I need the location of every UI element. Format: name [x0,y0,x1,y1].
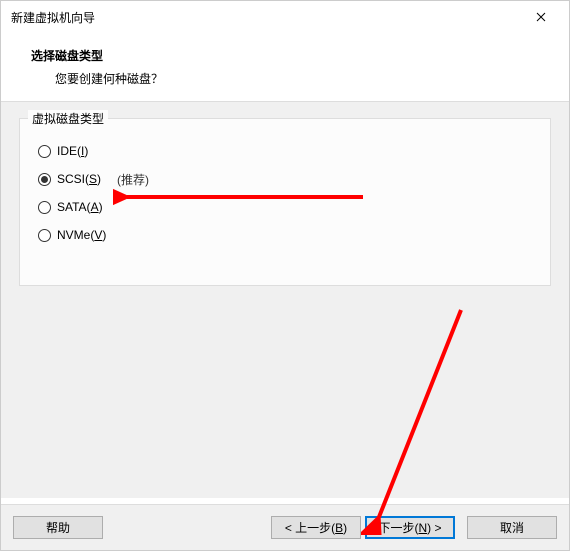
radio-icon [38,173,51,186]
next-button[interactable]: 下一步(N) > [365,516,455,539]
radio-sata[interactable]: SATA(A) [34,193,536,221]
page-title: 选择磁盘类型 [31,47,547,64]
radio-scsi[interactable]: SCSI(S) (推荐) [34,165,536,193]
radio-ide[interactable]: IDE(I) [34,137,536,165]
back-button[interactable]: < 上一步(B) [271,516,361,539]
radio-icon [38,201,51,214]
cancel-button[interactable]: 取消 [467,516,557,539]
wizard-header: 选择磁盘类型 您要创建何种磁盘？ [1,33,569,102]
close-button[interactable] [521,3,561,31]
titlebar: 新建虚拟机向导 [1,1,569,33]
radio-label: SCSI(S) [57,172,101,186]
window-title: 新建虚拟机向导 [11,9,521,26]
help-button[interactable]: 帮助 [13,516,103,539]
radio-label: IDE(I) [57,144,88,158]
radio-label: NVMe(V) [57,228,106,242]
footer: 帮助 < 上一步(B) 下一步(N) > 取消 [1,504,569,550]
close-icon [536,12,546,22]
radio-nvme[interactable]: NVMe(V) [34,221,536,249]
content-area: 虚拟磁盘类型 IDE(I) SCSI(S) (推荐) SATA(A) NVMe(… [1,102,569,498]
recommend-label: (推荐) [117,171,149,188]
page-subtitle: 您要创建何种磁盘？ [31,70,547,87]
radio-icon [38,145,51,158]
radio-label: SATA(A) [57,200,103,214]
disk-type-group: 虚拟磁盘类型 IDE(I) SCSI(S) (推荐) SATA(A) NVMe(… [19,118,551,286]
radio-icon [38,229,51,242]
group-label: 虚拟磁盘类型 [28,110,108,127]
